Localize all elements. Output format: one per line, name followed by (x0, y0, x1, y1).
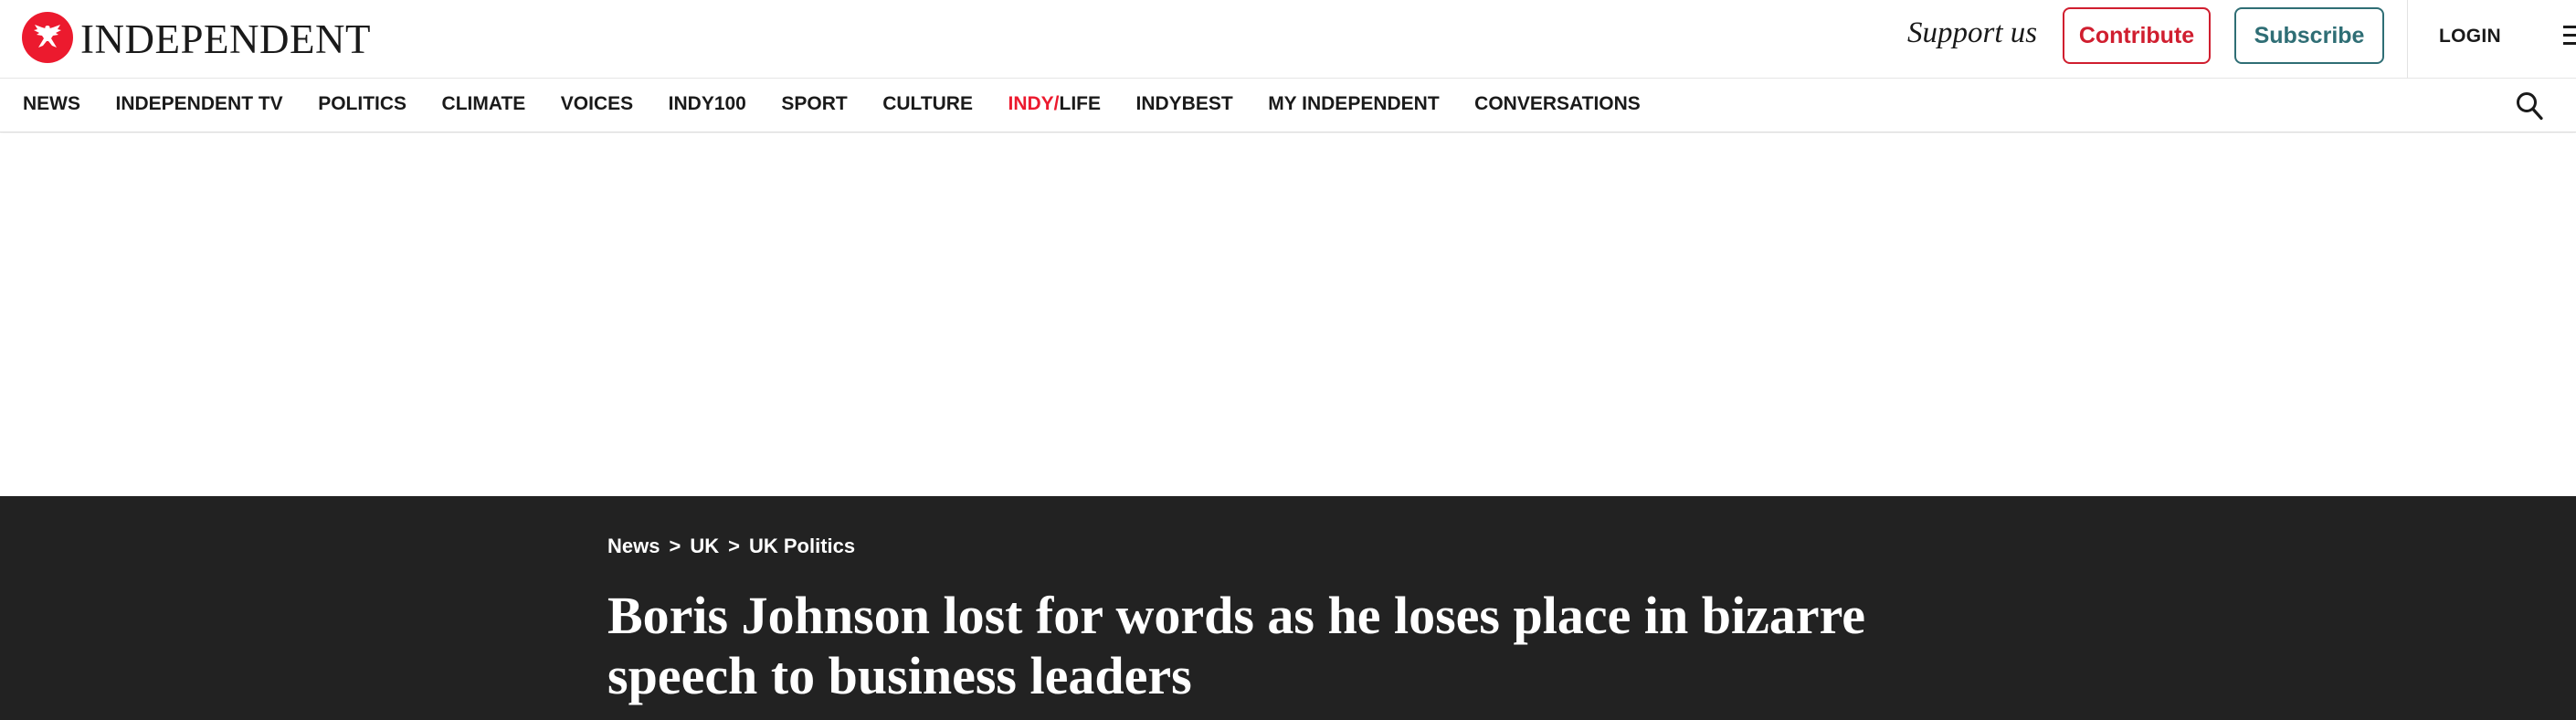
nav-item-independent-tv[interactable]: INDEPENDENT TV (116, 93, 283, 115)
site-logo[interactable]: INDEPENDENT (22, 11, 371, 64)
nav-item-indy100[interactable]: INDY100 (669, 93, 746, 115)
login-link[interactable]: LOGIN (2439, 26, 2501, 48)
breadcrumb-news[interactable]: News (607, 535, 660, 558)
indy-prefix: INDY/ (1008, 93, 1060, 114)
nav-item-indy-life[interactable]: INDY/LIFE (1008, 93, 1101, 115)
hamburger-menu-icon[interactable] (2563, 26, 2576, 48)
subscribe-button[interactable]: Subscribe (2234, 7, 2384, 64)
breadcrumb-uk-politics[interactable]: UK Politics (749, 535, 855, 558)
breadcrumb-separator: > (669, 535, 681, 557)
search-icon[interactable] (2516, 91, 2543, 121)
nav-item-indybest[interactable]: INDYBEST (1136, 93, 1233, 115)
nav-item-voices[interactable]: VOICES (561, 93, 633, 115)
nav-item-climate[interactable]: CLIMATE (442, 93, 526, 115)
top-header: INDEPENDENT Support us Contribute Subscr… (0, 0, 2576, 79)
nav-item-politics[interactable]: POLITICS (318, 93, 406, 115)
nav-item-culture[interactable]: CULTURE (882, 93, 973, 115)
nav-item-sport[interactable]: SPORT (781, 93, 847, 115)
breadcrumb-separator: > (728, 535, 740, 557)
contribute-button[interactable]: Contribute (2063, 7, 2211, 64)
breadcrumb: News > UK > UK Politics (607, 535, 855, 558)
nav-item-my-independent[interactable]: MY INDEPENDENT (1268, 93, 1439, 115)
header-divider (2407, 0, 2408, 79)
nav-item-news[interactable]: NEWS (23, 93, 80, 115)
nav-list: NEWS INDEPENDENT TV POLITICS CLIMATE VOI… (23, 93, 1675, 115)
eagle-logo-icon (22, 12, 73, 63)
ad-slot (0, 133, 2576, 496)
article-headline: Boris Johnson lost for words as he loses… (607, 586, 1866, 705)
brand-wordmark: INDEPENDENT (80, 16, 371, 62)
main-nav: NEWS INDEPENDENT TV POLITICS CLIMATE VOI… (0, 79, 2576, 132)
nav-item-conversations[interactable]: CONVERSATIONS (1474, 93, 1641, 115)
life-suffix: LIFE (1059, 93, 1102, 114)
article-header: News > UK > UK Politics Boris Johnson lo… (0, 496, 2576, 720)
breadcrumb-uk[interactable]: UK (690, 535, 719, 558)
support-us-label: Support us (1907, 16, 2038, 49)
